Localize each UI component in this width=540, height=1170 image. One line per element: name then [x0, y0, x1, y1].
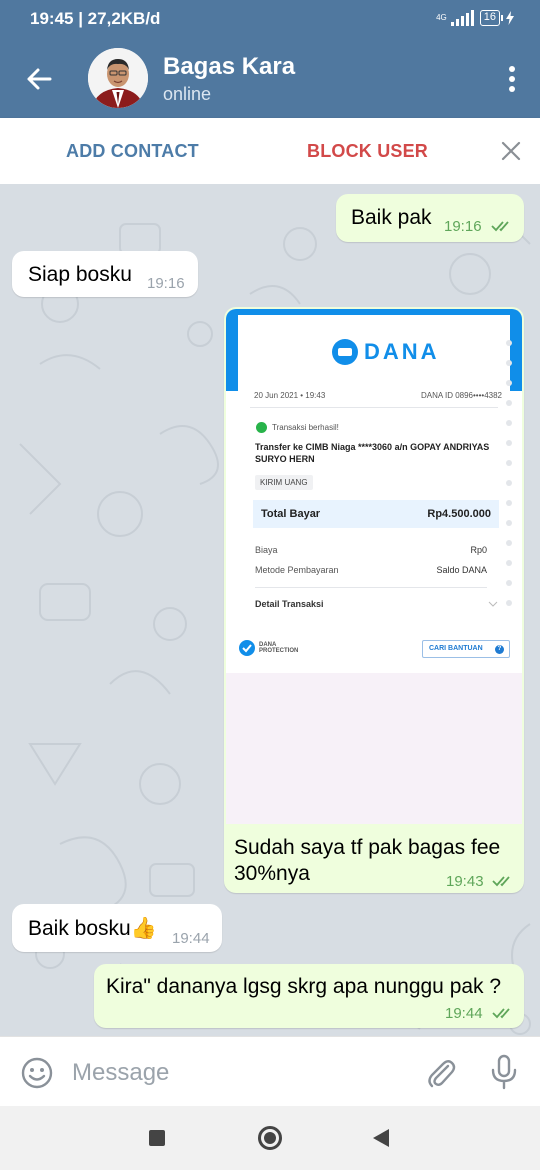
more-options-icon[interactable]: [506, 66, 518, 92]
receipt-status: Transaksi berhasil!: [256, 422, 339, 433]
dana-logo: DANA: [332, 339, 440, 365]
read-ticks-icon: [492, 1008, 510, 1019]
back-arrow-icon[interactable]: [22, 62, 56, 96]
total-label: Total Bayar: [261, 508, 321, 520]
message-text: Siap bosku: [28, 263, 132, 286]
message-text: Baik pak: [351, 206, 432, 229]
receipt-date: 20 Jun 2021 • 19:43: [254, 391, 326, 400]
charging-icon: [506, 11, 514, 25]
system-navigation-bar: [0, 1106, 540, 1170]
message-bubble-outgoing[interactable]: Baik pak 19:16: [336, 194, 524, 242]
method-row: Metode Pembayaran Saldo DANA: [255, 565, 487, 575]
message-time: 19:16: [444, 218, 482, 235]
read-ticks-icon: [491, 221, 509, 232]
contact-action-bar: ADD CONTACT BLOCK USER: [0, 118, 540, 184]
receipt-description: Transfer ke CIMB Niaga ****3060 a/n GOPA…: [255, 442, 490, 464]
emoji-icon[interactable]: [20, 1056, 54, 1090]
recent-apps-icon[interactable]: [149, 1130, 165, 1146]
dana-logo-icon: [332, 339, 358, 365]
message-text: Kira" dananya lgsg skrg apa nunggu pak ?: [106, 975, 502, 998]
total-value: Rp4.500.000: [427, 508, 491, 520]
receipt-blank-area: [226, 673, 522, 824]
message-bubble-incoming[interactable]: Siap bosku 19:16: [12, 251, 198, 297]
status-bar: 19:45 | 27,2KB/d 4G 16: [0, 0, 540, 40]
help-button: CARI BANTUAN ?: [422, 640, 510, 658]
attach-icon[interactable]: [424, 1056, 458, 1090]
message-time: 19:43: [446, 873, 484, 890]
avatar[interactable]: [88, 48, 148, 108]
question-icon: ?: [495, 645, 504, 654]
chat-header: Bagas Kara online: [0, 40, 540, 118]
receipt-total-row: Total Bayar Rp4.500.000: [253, 500, 499, 528]
message-time: 19:16: [147, 275, 185, 292]
status-time: 19:45 | 27,2KB/d: [30, 9, 161, 28]
add-contact-button[interactable]: ADD CONTACT: [66, 141, 199, 162]
message-input[interactable]: [72, 1057, 392, 1089]
battery-icon: 16: [479, 10, 504, 26]
message-bubble-outgoing[interactable]: Kira" dananya lgsg skrg apa nunggu pak ?…: [94, 964, 524, 1028]
message-composer: [0, 1036, 540, 1106]
nav-back-icon[interactable]: [372, 1128, 390, 1148]
detail-label: Detail Transaksi: [255, 599, 324, 609]
fee-row: Biaya Rp0: [255, 545, 487, 555]
divider: [250, 407, 498, 408]
shield-check-icon: [239, 640, 255, 656]
divider: [255, 587, 487, 588]
fee-value: Rp0: [470, 545, 487, 555]
receipt-dana-id: DANA ID 0896••••4382: [420, 391, 502, 400]
home-icon[interactable]: [258, 1126, 282, 1150]
close-icon[interactable]: [500, 140, 522, 162]
check-circle-icon: [256, 422, 267, 433]
contact-name[interactable]: Bagas Kara: [163, 53, 295, 81]
read-ticks-icon: [492, 876, 510, 887]
method-label: Metode Pembayaran: [255, 565, 339, 575]
fee-label: Biaya: [255, 545, 278, 555]
contact-status: online: [163, 84, 212, 104]
receipt-edge-dots: [506, 340, 512, 606]
receipt-status-text: Transaksi berhasil!: [272, 423, 339, 432]
chevron-down-icon: [488, 601, 498, 607]
network-type: 4G: [436, 13, 447, 22]
microphone-icon[interactable]: [489, 1054, 519, 1090]
protection-line-2: PROTECTION: [259, 648, 299, 654]
dana-protection-badge: DANA PROTECTION: [238, 639, 298, 657]
system-icons: 4G 16: [436, 10, 514, 26]
receipt-type-tag: KIRIM UANG: [255, 475, 313, 490]
dana-receipt-image[interactable]: DANA 20 Jun 2021 • 19:43 DANA ID 0896•••…: [226, 309, 522, 824]
avatar-portrait-icon: [88, 48, 148, 108]
message-text: Baik bosku👍: [28, 917, 157, 940]
message-time: 19:44: [172, 930, 210, 947]
message-bubble-incoming[interactable]: Baik bosku👍 19:44: [12, 904, 222, 952]
receipt-card: DANA 20 Jun 2021 • 19:43 DANA ID 0896•••…: [238, 315, 510, 625]
receipt-zigzag-edge: [238, 621, 510, 628]
help-button-label: CARI BANTUAN: [429, 645, 483, 652]
dana-brand: DANA: [364, 339, 440, 364]
method-value: Saldo DANA: [436, 565, 487, 575]
block-user-button[interactable]: BLOCK USER: [307, 141, 428, 162]
signal-icon: [450, 10, 474, 26]
message-time: 19:44: [445, 1005, 483, 1022]
